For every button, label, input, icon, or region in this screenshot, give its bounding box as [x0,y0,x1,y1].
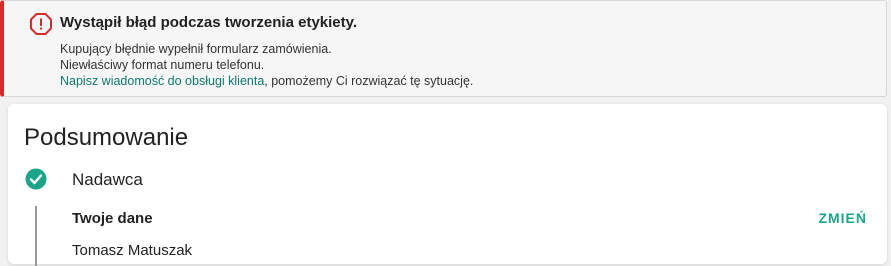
page-title: Podsumowanie [24,124,189,151]
timeline-line [35,206,37,266]
alert-message-line: Napisz wiadomość do obsługi klienta, pom… [60,74,473,88]
sender-name: Tomasz Matuszak [72,242,193,259]
contact-support-link[interactable]: Napisz wiadomość do obsługi klienta [60,74,264,88]
alert-message-text: , pomożemy Ci rozwiązać tę sytuację. [264,74,474,88]
check-circle-icon [25,168,47,190]
your-data-label: Twoje dane [72,210,153,227]
summary-card: Podsumowanie Nadawca Twoje dane ZMIEŃ To… [8,104,887,266]
error-octagon-icon [30,13,52,35]
error-alert: Wystąpił błąd podczas tworzenia etykiety… [0,0,887,97]
alert-message-line: Niewłaściwy format numeru telefonu. [60,58,265,72]
edit-button[interactable]: ZMIEŃ [818,210,867,226]
alert-title: Wystąpił błąd podczas tworzenia etykiety… [60,14,358,31]
sender-section-label: Nadawca [72,170,143,189]
alert-message-line: Kupujący błędnie wypełnił formularz zamó… [60,42,332,56]
